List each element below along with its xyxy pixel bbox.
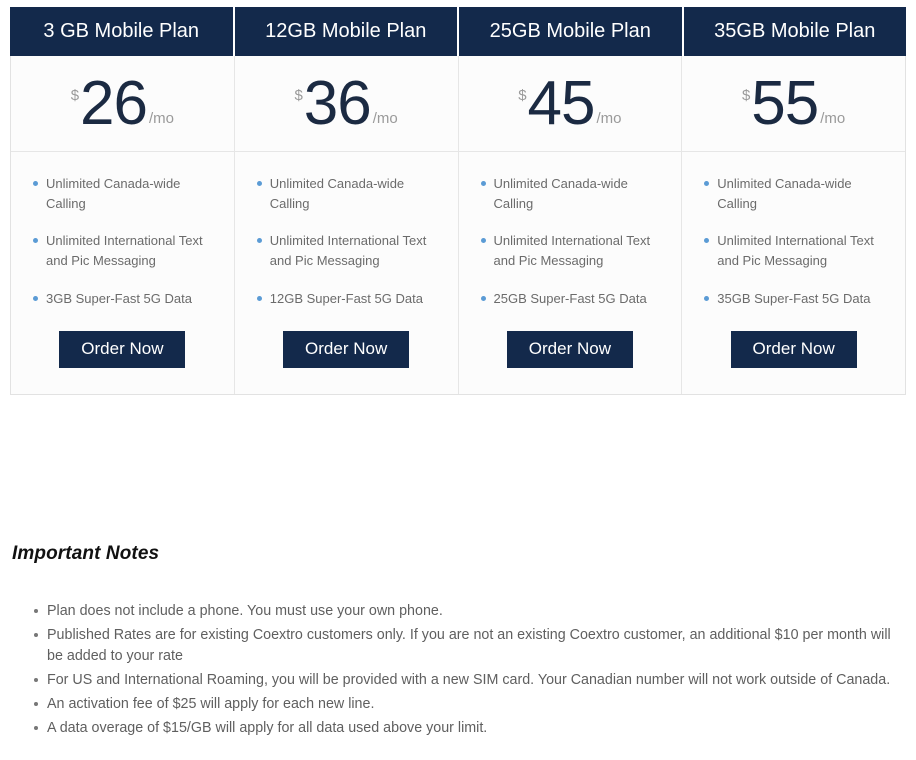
order-now-button-0[interactable]: Order Now	[59, 330, 186, 369]
feature-list-1: Unlimited Canada-wide Calling Unlimited …	[235, 152, 458, 326]
currency-symbol-0: $	[70, 86, 80, 104]
important-notes-title: Important Notes	[12, 543, 160, 564]
price-period-3: /mo	[820, 110, 846, 128]
order-now-button-3[interactable]: Order Now	[730, 330, 857, 369]
plan-column-3: $ 55 /mo Unlimited Canada-wide Calling U…	[682, 56, 905, 394]
feature-item: 3GB Super-Fast 5G Data	[33, 289, 220, 309]
note-item: For US and International Roaming, you wi…	[34, 670, 902, 692]
feature-item: Unlimited International Text and Pic Mes…	[480, 231, 668, 271]
order-now-button-2[interactable]: Order Now	[506, 330, 633, 369]
feature-list-2: Unlimited Canada-wide Calling Unlimited …	[459, 152, 682, 326]
plan-header-3: 35GB Mobile Plan	[683, 7, 906, 56]
feature-item: Unlimited International Text and Pic Mes…	[704, 231, 891, 271]
price-amount-3: 55	[751, 68, 819, 138]
price-period-1: /mo	[372, 110, 398, 128]
price-amount-2: 45	[527, 68, 596, 138]
note-item: An activation fee of $25 will apply for …	[34, 694, 902, 716]
pricing-table: 3 GB Mobile Plan 12GB Mobile Plan 25GB M…	[10, 7, 906, 396]
price-period-0: /mo	[149, 110, 175, 128]
feature-item: Unlimited Canada-wide Calling	[704, 174, 891, 214]
plan-body-row: $ 26 /mo Unlimited Canada-wide Calling U…	[10, 56, 906, 396]
price-amount-0: 26	[80, 68, 148, 138]
important-notes-section: Important Notes Plan does not include a …	[12, 543, 902, 741]
plan-column-0: $ 26 /mo Unlimited Canada-wide Calling U…	[11, 56, 235, 395]
feature-item: Unlimited Canada-wide Calling	[256, 174, 444, 214]
plan-header-0: 3 GB Mobile Plan	[10, 7, 233, 56]
price-amount-1: 36	[303, 68, 372, 138]
feature-item: Unlimited International Text and Pic Mes…	[33, 231, 220, 271]
feature-list-3: Unlimited Canada-wide Calling Unlimited …	[682, 152, 905, 326]
plan-header-1: 12GB Mobile Plan	[234, 7, 457, 56]
note-item: A data overage of $15/GB will apply for …	[34, 718, 902, 740]
order-button-wrap-1: Order Now	[235, 326, 458, 395]
price-cell-0: $ 26 /mo	[11, 56, 234, 152]
price-cell-1: $ 36 /mo	[234, 56, 458, 152]
currency-symbol-3: $	[741, 86, 751, 104]
feature-item: 25GB Super-Fast 5G Data	[480, 289, 668, 309]
feature-item: Unlimited International Text and Pic Mes…	[256, 231, 444, 271]
currency-symbol-2: $	[518, 86, 527, 104]
currency-symbol-1: $	[294, 86, 303, 104]
plan-column-2: $ 45 /mo Unlimited Canada-wide Calling U…	[458, 56, 683, 395]
plan-header-row: 3 GB Mobile Plan 12GB Mobile Plan 25GB M…	[10, 7, 906, 56]
plan-header-2: 25GB Mobile Plan	[459, 7, 682, 56]
order-button-wrap-0: Order Now	[11, 326, 234, 395]
order-now-button-1[interactable]: Order Now	[283, 330, 410, 369]
feature-item: 35GB Super-Fast 5G Data	[704, 289, 891, 309]
feature-list-0: Unlimited Canada-wide Calling Unlimited …	[11, 152, 234, 326]
feature-item: Unlimited Canada-wide Calling	[480, 174, 668, 214]
plan-column-1: $ 36 /mo Unlimited Canada-wide Calling U…	[234, 56, 459, 395]
feature-item: 12GB Super-Fast 5G Data	[256, 289, 444, 309]
price-cell-3: $ 55 /mo	[682, 56, 905, 152]
important-notes-list: Plan does not include a phone. You must …	[12, 601, 902, 739]
price-cell-2: $ 45 /mo	[458, 56, 682, 152]
note-item: Published Rates are for existing Coextro…	[34, 625, 902, 668]
price-period-2: /mo	[596, 110, 622, 128]
order-button-wrap-3: Order Now	[682, 326, 905, 395]
note-item: Plan does not include a phone. You must …	[34, 601, 902, 623]
order-button-wrap-2: Order Now	[459, 326, 682, 395]
feature-item: Unlimited Canada-wide Calling	[33, 174, 220, 214]
